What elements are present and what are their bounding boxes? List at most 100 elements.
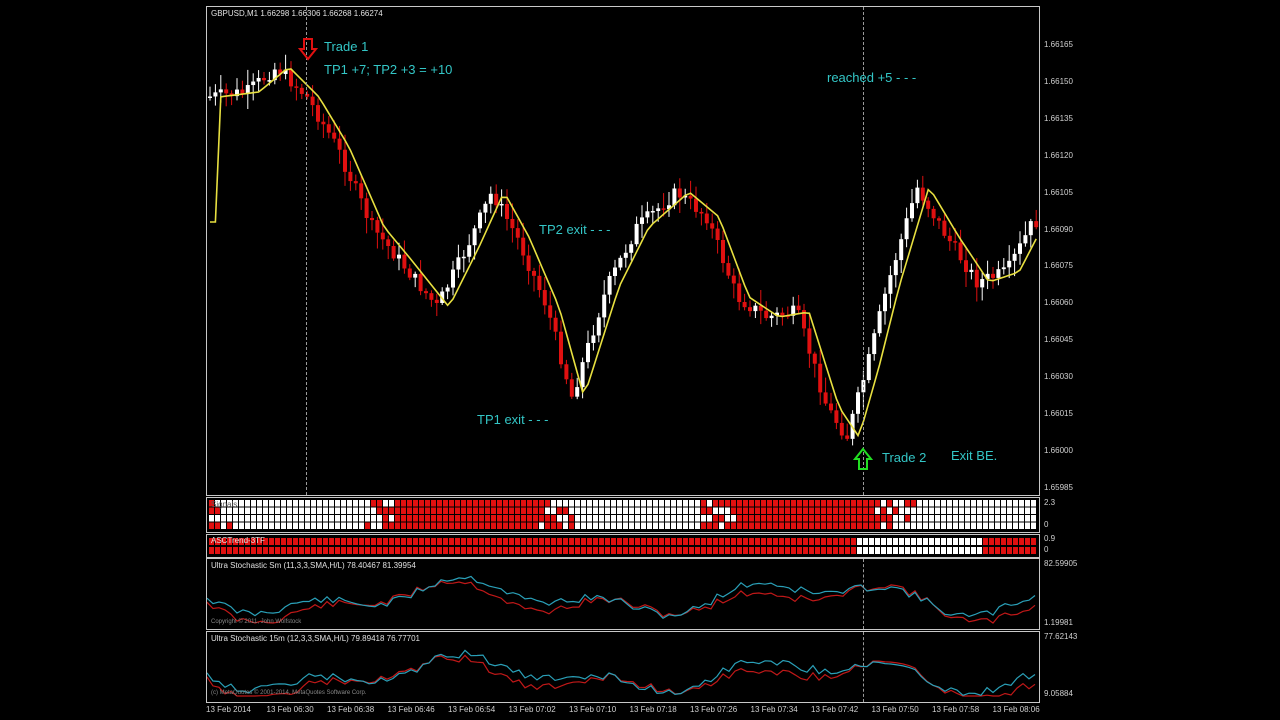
signal-cell — [389, 500, 394, 507]
signal-cell — [425, 522, 430, 529]
price-chart-pane[interactable]: GBPUSD,M1 1.66298 1.66306 1.66268 1.6627… — [206, 6, 1040, 496]
candle-body — [742, 302, 747, 308]
signal-cell — [719, 522, 724, 529]
signal-cell — [941, 507, 946, 514]
signal-cell — [293, 507, 298, 514]
signal-cell — [737, 500, 742, 507]
signal-cell — [335, 515, 340, 522]
time-tick-label: 13 Feb 07:58 — [932, 705, 980, 714]
signal-cell — [467, 515, 472, 522]
asctrend-grid — [209, 538, 1036, 554]
signal-cell — [995, 507, 1000, 514]
signal-cell — [425, 515, 430, 522]
signal-cell — [869, 507, 874, 514]
asctrend-cell — [737, 538, 742, 545]
candle-body — [996, 269, 1001, 278]
asctrend-pane: ASCTrend-3TF — [206, 534, 1040, 558]
asctrend-cell — [677, 547, 682, 554]
signal-cell — [257, 522, 262, 529]
signal-cell — [935, 500, 940, 507]
signal-cell — [959, 515, 964, 522]
signal-cell — [671, 500, 676, 507]
signal-cell — [419, 515, 424, 522]
signal-cell — [713, 522, 718, 529]
candle-body — [845, 435, 850, 439]
candle-body — [823, 392, 828, 404]
trade1-label: Trade 1 — [324, 39, 369, 54]
signal-cell — [905, 507, 910, 514]
signal-cell — [401, 515, 406, 522]
signal-cell — [701, 515, 706, 522]
asctrend-cell — [683, 547, 688, 554]
asctrend-cell — [533, 547, 538, 554]
asctrend-cell — [365, 538, 370, 545]
signal-cell — [1025, 500, 1030, 507]
candle-body — [375, 220, 380, 233]
signal-cell — [341, 515, 346, 522]
signal-cell — [815, 507, 820, 514]
asctrend-cell — [341, 538, 346, 545]
signal-cell — [1019, 522, 1024, 529]
signal-cell — [443, 522, 448, 529]
candle-body — [883, 293, 887, 312]
signals-title: Signals — [211, 500, 238, 509]
signal-cell — [473, 522, 478, 529]
asctrend-cell — [431, 538, 436, 545]
candle-body — [634, 223, 639, 245]
signal-cell — [233, 522, 238, 529]
asctrend-cell — [887, 547, 892, 554]
candle-body — [532, 270, 536, 276]
signal-cell — [779, 522, 784, 529]
signal-cell — [245, 507, 250, 514]
signal-cell — [533, 500, 538, 507]
time-tick-label: 13 Feb 2014 — [206, 705, 251, 714]
signal-cell — [845, 500, 850, 507]
signal-cell — [491, 500, 496, 507]
asctrend-cell — [413, 538, 418, 545]
signal-cell — [455, 522, 460, 529]
signal-cell — [881, 515, 886, 522]
signal-cell — [809, 500, 814, 507]
asctrend-cell — [995, 547, 1000, 554]
candle-body — [926, 200, 931, 209]
signal-cell — [281, 515, 286, 522]
candle-body — [391, 246, 396, 259]
asctrend-cell — [281, 538, 286, 545]
signal-cell — [293, 500, 298, 507]
asctrend-cell — [989, 538, 994, 545]
candle-body — [748, 307, 752, 312]
signal-cell — [461, 515, 466, 522]
asctrend-cell — [749, 538, 754, 545]
signal-cell — [971, 515, 976, 522]
signal-cell — [359, 522, 364, 529]
asctrend-cell — [959, 547, 964, 554]
tp1-exit-label: TP1 exit - - - — [477, 412, 549, 427]
signal-cell — [587, 515, 592, 522]
signal-cell — [221, 522, 226, 529]
signal-cell — [599, 500, 604, 507]
candle-body — [856, 392, 860, 414]
signal-cell — [611, 515, 616, 522]
price-tick-label: 1.66105 — [1044, 187, 1073, 197]
candle-body — [677, 188, 682, 198]
candle-body — [645, 211, 650, 218]
signal-cell — [953, 500, 958, 507]
candle-body — [542, 290, 547, 306]
candle-body — [251, 81, 256, 86]
signal-cell — [419, 507, 424, 514]
signal-cell — [977, 522, 982, 529]
signal-cell — [959, 522, 964, 529]
signal-cell — [827, 500, 832, 507]
signal-cell — [623, 507, 628, 514]
candle-body — [586, 342, 590, 363]
signal-cell — [545, 515, 550, 522]
signal-cell — [251, 507, 256, 514]
signal-cell — [671, 515, 676, 522]
asctrend-cell — [743, 547, 748, 554]
candle-body — [256, 77, 261, 82]
asctrend-cell — [761, 547, 766, 554]
signal-cell — [401, 507, 406, 514]
signal-cell — [1001, 507, 1006, 514]
price-tick-label: 1.66015 — [1044, 409, 1073, 418]
signal-cell — [647, 507, 652, 514]
